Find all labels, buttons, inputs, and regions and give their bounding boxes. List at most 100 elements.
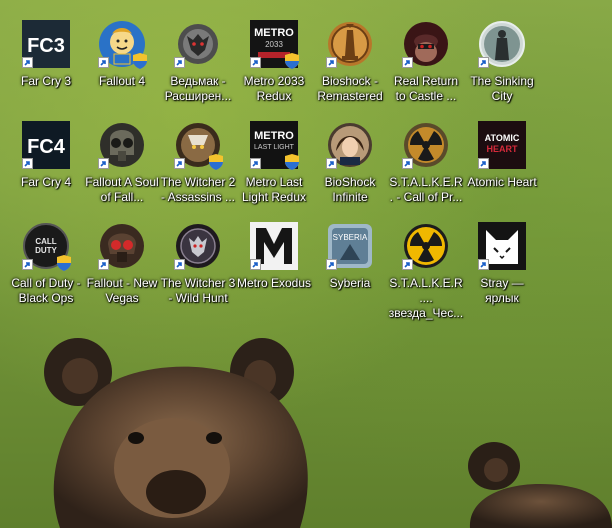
shortcut-arrow-icon (478, 259, 489, 270)
desktop-shortcut-stray[interactable]: Stray — ярлык (464, 220, 540, 314)
sinking-city-figure-icon (478, 20, 526, 68)
castle-wolfenstein-soldier-icon (402, 20, 450, 68)
desktop-shortcut-stalker-call-of-pripyat[interactable]: S.T.A.L.K.E.R. - Call of Pr... (388, 119, 464, 213)
icon-label: S.T.A.L.K.E.R.... звезда_Чес... (388, 276, 464, 320)
svg-text:METRO: METRO (254, 27, 294, 39)
icon-label: Fallout A Soul of Fall... (85, 175, 159, 204)
icon-label: The Witcher 2 - Assassins ... (160, 175, 236, 204)
metro-m-logo-icon (250, 222, 298, 270)
desktop-shortcut-metro-last-light[interactable]: METRO LAST LIGHT Metro Last Light Redux (236, 119, 312, 213)
icon-label: Bioshock - Remastered (317, 74, 383, 103)
desktop-shortcut-fallout-soul[interactable]: Fallout A Soul of Fall... (84, 119, 160, 213)
icon-label: Metro 2033 Redux (243, 74, 305, 103)
icon-label: S.T.A.L.K.E.R. - Call of Pr... (389, 175, 463, 204)
syberia-logo-icon: SYBERIA (326, 222, 374, 270)
metro-2033-icon: METRO 2033 (250, 20, 299, 69)
uac-shield-icon (285, 154, 299, 170)
svg-text:FC4: FC4 (27, 136, 66, 158)
desktop-shortcut-witcher-enhanced[interactable]: Ведьмак - Расширен... (160, 18, 236, 112)
shortcut-arrow-icon (174, 259, 185, 270)
shortcut-arrow-icon (98, 259, 109, 270)
shortcut-arrow-icon (250, 259, 261, 270)
icon-label: The Witcher 3 - Wild Hunt (160, 276, 236, 305)
icon-label: Far Cry 3 (20, 74, 71, 88)
desktop-shortcut-sinking-city[interactable]: The Sinking City (464, 18, 540, 112)
elizabeth-portrait-icon (326, 121, 374, 169)
uac-shield-icon (209, 154, 223, 170)
desktop-shortcut-syberia[interactable]: SYBERIA Syberia (312, 220, 388, 314)
power-armor-helmet-icon (98, 121, 146, 169)
desktop-shortcut-bioshock-remastered[interactable]: Bioshock - Remastered (312, 18, 388, 112)
shortcut-arrow-icon (98, 57, 109, 68)
uac-shield-icon (133, 53, 147, 69)
radiation-symbol-icon (402, 222, 450, 270)
icon-label: Ведьмак - Расширен... (164, 74, 232, 103)
icon-label: Metro Last Light Redux (241, 175, 307, 204)
vault-boy-icon (98, 20, 147, 69)
desktop-shortcut-metro-2033[interactable]: METRO 2033 Metro 2033 Redux (236, 18, 312, 112)
shortcut-arrow-icon (326, 259, 337, 270)
desktop-shortcut-far-cry-4[interactable]: FC4 Far Cry 4 (8, 119, 84, 213)
metro-last-light-icon: METRO LAST LIGHT (250, 121, 299, 170)
svg-text:DUTY: DUTY (35, 246, 57, 255)
stray-cat-icon (478, 222, 526, 270)
shortcut-arrow-icon (250, 158, 261, 169)
svg-text:CALL: CALL (35, 237, 56, 246)
desktop-icon-grid: FC3 Far Cry 3 Fallout 4 Ведьмак - Расшир… (0, 0, 612, 528)
desktop-shortcut-witcher-2[interactable]: The Witcher 2 - Assassins ... (160, 119, 236, 213)
icon-label: BioShock Infinite (324, 175, 376, 204)
bioshock-lighthouse-icon (326, 20, 374, 68)
svg-text:FC3: FC3 (27, 35, 65, 57)
shortcut-arrow-icon (478, 158, 489, 169)
icon-label: The Sinking City (470, 74, 534, 103)
shortcut-arrow-icon (22, 259, 33, 270)
svg-text:2033: 2033 (265, 40, 283, 49)
icon-label: Real Return to Castle ... (393, 74, 459, 103)
shortcut-arrow-icon (174, 158, 185, 169)
svg-text:ATOMIC: ATOMIC (485, 133, 520, 143)
icon-label: Call of Duty - Black Ops (11, 276, 81, 305)
radiation-symbol-icon (402, 121, 450, 169)
shortcut-arrow-icon (98, 158, 109, 169)
shortcut-arrow-icon (402, 57, 413, 68)
shortcut-arrow-icon (22, 57, 33, 68)
shortcut-arrow-icon (174, 57, 185, 68)
desktop-shortcut-return-to-castle[interactable]: Real Return to Castle ... (388, 18, 464, 112)
shortcut-arrow-icon (326, 57, 337, 68)
shortcut-arrow-icon (326, 158, 337, 169)
svg-text:LAST LIGHT: LAST LIGHT (254, 144, 295, 151)
witcher-3-medallion-icon (174, 222, 222, 270)
far-cry-4-icon: FC4 (22, 121, 70, 169)
desktop-shortcut-atomic-heart[interactable]: ATOMIC HEART Atomic Heart (464, 119, 540, 213)
icon-label: Fallout 4 (98, 74, 146, 88)
icon-label: Far Cry 4 (20, 175, 71, 189)
desktop-shortcut-stalker-zvezda[interactable]: S.T.A.L.K.E.R.... звезда_Чес... (388, 220, 464, 320)
icon-label: Metro Exodus (236, 276, 312, 290)
shortcut-arrow-icon (478, 57, 489, 68)
icon-label: Stray — ярлык (480, 276, 524, 305)
desktop-shortcut-call-of-duty-black-ops[interactable]: CALL DUTY Call of Duty - Black Ops (8, 220, 84, 314)
desktop-shortcut-bioshock-infinite[interactable]: BioShock Infinite (312, 119, 388, 213)
desktop-shortcut-metro-exodus[interactable]: Metro Exodus (236, 220, 312, 314)
shortcut-arrow-icon (250, 57, 261, 68)
icon-label: Atomic Heart (467, 175, 537, 189)
shortcut-arrow-icon (22, 158, 33, 169)
desktop-shortcut-far-cry-3[interactable]: FC3 Far Cry 3 (8, 18, 84, 112)
svg-text:METRO: METRO (254, 130, 294, 142)
atomic-heart-logo-icon: ATOMIC HEART (478, 121, 526, 169)
svg-text:SYBERIA: SYBERIA (333, 233, 368, 242)
witcher-2-face-icon (174, 121, 223, 170)
desktop-shortcut-fallout-4[interactable]: Fallout 4 (84, 18, 160, 112)
uac-shield-icon (285, 53, 299, 69)
call-of-duty-icon: CALL DUTY (22, 222, 71, 271)
shortcut-arrow-icon (402, 259, 413, 270)
shortcut-arrow-icon (402, 158, 413, 169)
svg-text:HEART: HEART (487, 144, 519, 154)
witcher-wolf-medallion-icon (174, 20, 222, 68)
icon-label: Syberia (329, 276, 371, 290)
desktop-shortcut-fallout-new-vegas[interactable]: Fallout - New Vegas (84, 220, 160, 314)
ncr-ranger-helmet-icon (98, 222, 146, 270)
desktop-shortcut-witcher-3[interactable]: The Witcher 3 - Wild Hunt (160, 220, 236, 314)
far-cry-3-icon: FC3 (22, 20, 70, 68)
icon-label: Fallout - New Vegas (86, 276, 158, 305)
